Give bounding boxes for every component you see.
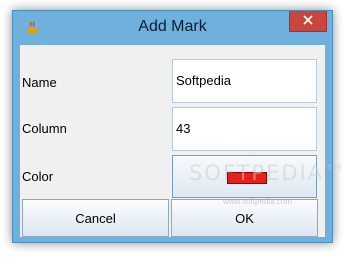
watermark-url: www.softpedia.com (223, 197, 292, 206)
color-label: Color (22, 169, 54, 184)
close-button[interactable] (289, 11, 327, 32)
softpedia-watermark: SOFTPEDIA™ (189, 161, 348, 185)
title-bar[interactable]: Add Mark (13, 11, 332, 45)
dialog-content: Name Softpedia Column 43 Color Cancel OK (20, 45, 325, 237)
add-mark-dialog: Add Mark Name Softpedia Column 43 Color … (12, 10, 345, 243)
close-icon (303, 12, 313, 30)
name-label: Name (22, 75, 57, 90)
name-field[interactable]: Softpedia (172, 59, 317, 103)
cancel-button[interactable]: Cancel (22, 199, 169, 237)
column-field[interactable]: 43 (172, 107, 317, 151)
column-label: Column (22, 121, 67, 136)
window-title: Add Mark (138, 18, 207, 35)
